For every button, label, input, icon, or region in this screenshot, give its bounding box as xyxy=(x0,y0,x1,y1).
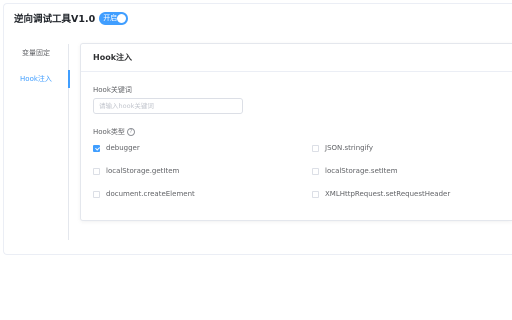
question-circle-icon[interactable]: ? xyxy=(126,128,135,136)
option-label: localStorage.setItem xyxy=(325,167,398,175)
option-debugger[interactable]: debugger xyxy=(93,144,140,152)
menu-item-variable-fix[interactable]: 变量固定 xyxy=(4,44,68,62)
enable-toggle[interactable]: 开启 xyxy=(99,11,129,25)
checkbox-debugger[interactable] xyxy=(93,144,100,152)
header: 逆向调试工具V1.0 开启 xyxy=(14,11,129,25)
option-label: document.createElement xyxy=(106,190,195,198)
option-localstorage-setitem[interactable]: localStorage.setItem xyxy=(312,167,398,175)
keyword-label: Hook关键词 xyxy=(93,86,132,94)
checkbox-json-stringify[interactable] xyxy=(312,144,319,152)
option-document-createelement[interactable]: document.createElement xyxy=(93,190,195,198)
option-label: localStorage.getItem xyxy=(106,167,180,175)
checkbox-localstorage-setitem[interactable] xyxy=(312,167,319,175)
side-menu: 变量固定 Hook注入 xyxy=(4,44,70,240)
toggle-label: 开启 xyxy=(103,13,118,22)
type-label-row: Hook类型? xyxy=(93,127,135,137)
option-xhr-setrequestheader[interactable]: XMLHttpRequest.setRequestHeader xyxy=(312,190,450,198)
checkbox-document-createelement[interactable] xyxy=(93,190,100,198)
option-label: XMLHttpRequest.setRequestHeader xyxy=(325,190,451,198)
toggle-knob xyxy=(117,13,127,23)
checkbox-xhr-setrequestheader[interactable] xyxy=(312,190,319,198)
panel-title: Hook注入 xyxy=(81,44,512,72)
option-label: JSON.stringify xyxy=(325,144,374,152)
option-localstorage-getitem[interactable]: localStorage.getItem xyxy=(93,167,179,175)
menu-item-hook-inject[interactable]: Hook注入 xyxy=(4,70,70,88)
app-title: 逆向调试工具V1.0 xyxy=(14,14,96,25)
hook-panel: Hook注入 Hook关键词 Hook类型? debugger JSON.str… xyxy=(80,43,512,221)
option-json-stringify[interactable]: JSON.stringify xyxy=(312,144,373,152)
checkbox-localstorage-getitem[interactable] xyxy=(93,167,100,175)
option-label: debugger xyxy=(106,144,140,152)
keyword-input[interactable] xyxy=(93,98,243,114)
type-label: Hook类型 xyxy=(93,128,125,136)
